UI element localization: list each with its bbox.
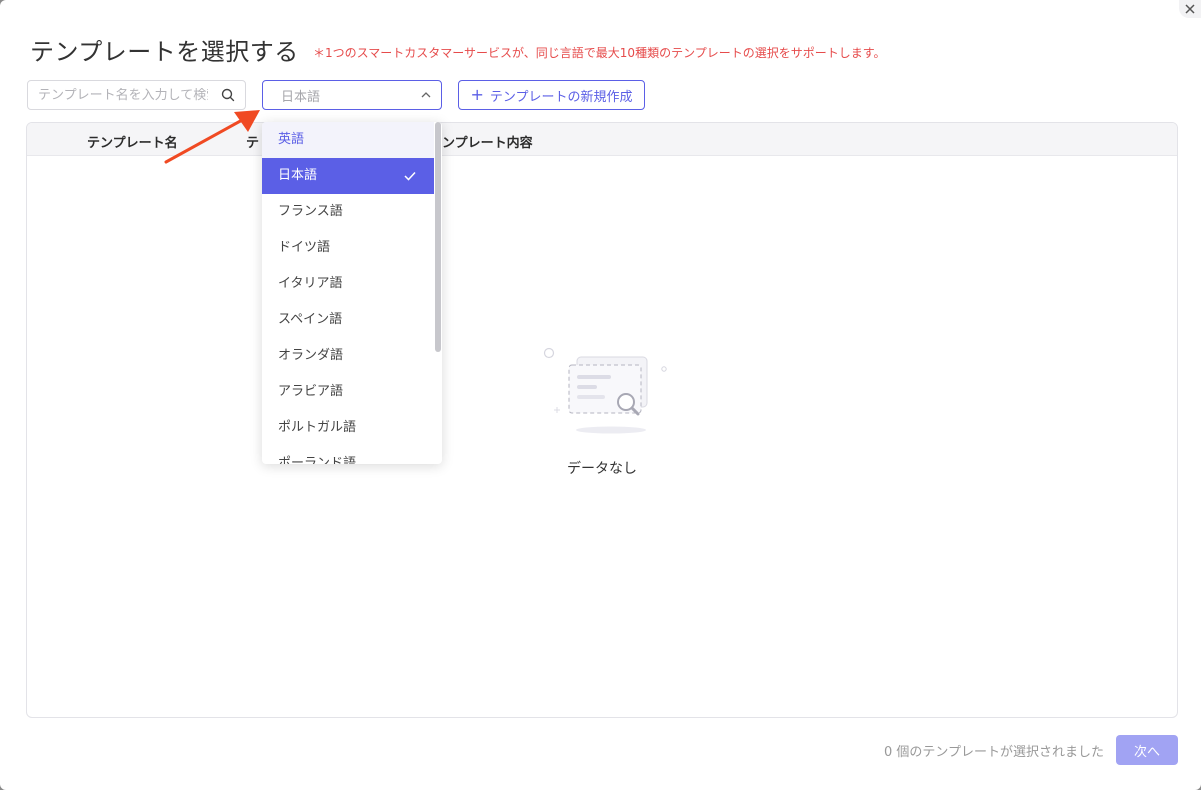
empty-state-text: データなし	[567, 461, 637, 477]
annotation-arrow-icon	[164, 110, 260, 164]
plus-icon: +	[470, 85, 484, 104]
language-option[interactable]: イタリア語	[262, 266, 434, 302]
language-dropdown: 英語 日本語 フランス語 ドイツ語 イタリア語 スペイン語 オランダ語 アラビア…	[262, 122, 442, 464]
language-option[interactable]: オランダ語	[262, 338, 434, 374]
limit-notice: ＊1つのスマートカスタマーサービスが、同じ言語で最大10種類のテンプレートの選択…	[313, 46, 886, 60]
check-icon	[404, 171, 416, 181]
template-select-modal: テンプレートを選択する ＊1つのスマートカスタマーサービスが、同じ言語で最大10…	[0, 0, 1201, 790]
close-button[interactable]	[1179, 0, 1201, 18]
template-table: テンプレート名 テ ンプレート内容 データなし	[26, 122, 1178, 718]
language-select[interactable]: 日本語	[262, 80, 442, 110]
language-option[interactable]: スペイン語	[262, 302, 434, 338]
language-option-selected[interactable]: 日本語	[262, 158, 434, 194]
language-option[interactable]: ドイツ語	[262, 230, 434, 266]
language-options: 英語 日本語 フランス語 ドイツ語 イタリア語 スペイン語 オランダ語 アラビア…	[262, 122, 442, 464]
chevron-up-icon	[421, 92, 431, 98]
language-option[interactable]: ポルトガル語	[262, 410, 434, 446]
column-header-content: ンプレート内容	[442, 136, 533, 151]
close-icon	[1185, 4, 1195, 14]
language-option[interactable]: ポーランド語	[262, 446, 434, 464]
language-option-label: 日本語	[278, 168, 318, 183]
modal-title: テンプレートを選択する	[30, 38, 299, 66]
new-template-button[interactable]: + テンプレートの新規作成	[458, 80, 645, 110]
empty-state: データなし	[27, 343, 1177, 478]
language-select-value: 日本語	[281, 89, 321, 105]
new-template-label: テンプレートの新規作成	[489, 89, 633, 105]
next-button[interactable]: 次へ	[1116, 735, 1178, 765]
dropdown-scrollbar[interactable]	[435, 122, 441, 352]
selection-count: 0 個のテンプレートが選択されました	[883, 745, 1104, 760]
language-option[interactable]: アラビア語	[262, 374, 434, 410]
no-data-illustration-icon	[543, 347, 667, 434]
language-option[interactable]: フランス語	[262, 194, 434, 230]
template-search-input[interactable]	[38, 87, 208, 103]
language-option[interactable]: 英語	[262, 122, 434, 158]
search-icon[interactable]	[221, 88, 235, 102]
